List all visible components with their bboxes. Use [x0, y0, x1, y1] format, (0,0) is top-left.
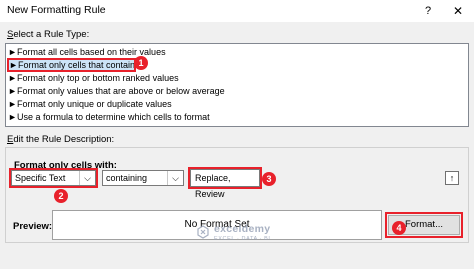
rule-type-list[interactable]: ►Format all cells based on their values …: [5, 43, 469, 127]
bullet-icon: ►: [8, 112, 17, 122]
rule-type-item[interactable]: ►Format only unique or duplicate values: [8, 98, 466, 110]
rule-type-item-selected[interactable]: ►Format only cells that contain: [7, 58, 136, 72]
watermark-brand: exceldemy: [214, 223, 271, 235]
step-badge-3: 3: [262, 172, 276, 186]
help-button[interactable]: ?: [418, 0, 438, 22]
collapse-dialog-icon[interactable]: ↑: [445, 171, 459, 185]
bullet-icon: ►: [8, 86, 17, 96]
rule-type-item[interactable]: ►Use a formula to determine which cells …: [8, 111, 466, 123]
rule-type-item[interactable]: ►Format only top or bottom ranked values: [8, 72, 466, 84]
chevron-down-icon[interactable]: ⌵: [79, 171, 95, 185]
dialog-title: New Formatting Rule: [7, 4, 106, 16]
step-badge-1: 1: [134, 56, 148, 70]
new-formatting-rule-dialog: New Formatting Rule ? ✕ Select a Rule Ty…: [0, 0, 474, 269]
cell-value-combo[interactable]: Specific Text ⌵: [9, 168, 98, 188]
bullet-icon: ►: [8, 73, 17, 83]
exceldemy-logo-icon: [197, 225, 209, 239]
watermark-tagline: EXCEL · DATA · BI: [214, 236, 271, 242]
edit-rule-description-label: Edit the Rule Description:: [7, 134, 115, 145]
step-badge-4: 4: [392, 221, 406, 235]
rule-type-item[interactable]: ►Format all cells based on their values: [8, 46, 466, 58]
rule-type-item[interactable]: ►Format only values that are above or be…: [8, 85, 466, 97]
exceldemy-watermark: exceldemy EXCEL · DATA · BI: [196, 223, 336, 247]
close-button[interactable]: ✕: [445, 0, 471, 22]
operator-combo[interactable]: containing ⌵: [102, 170, 184, 186]
bullet-icon: ►: [9, 60, 18, 70]
select-rule-type-label: Select a Rule Type:: [7, 29, 90, 40]
step-badge-2: 2: [54, 189, 68, 203]
chevron-down-icon[interactable]: ⌵: [167, 171, 183, 185]
title-bar: New Formatting Rule ? ✕: [0, 0, 474, 22]
bullet-icon: ►: [8, 99, 17, 109]
value-input[interactable]: Replace, Review: [188, 167, 262, 199]
bullet-icon: ►: [8, 47, 17, 57]
preview-label: Preview:: [13, 221, 53, 232]
